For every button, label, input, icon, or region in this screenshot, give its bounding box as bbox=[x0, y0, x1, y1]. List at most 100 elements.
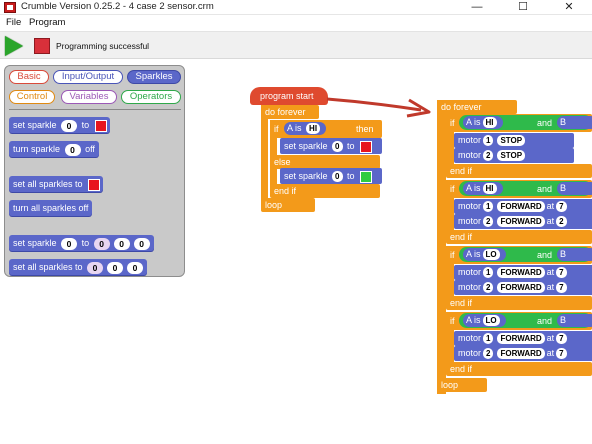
program-start-block[interactable]: program start bbox=[250, 87, 328, 105]
tab-basic[interactable]: Basic bbox=[9, 70, 49, 84]
tab-input-output[interactable]: Input/Output bbox=[53, 70, 123, 84]
motor-speed-slot[interactable]: 7 bbox=[556, 333, 567, 345]
motor-number-slot[interactable]: 1 bbox=[483, 333, 494, 345]
condition-b[interactable]: B bbox=[557, 248, 592, 261]
tab-variables[interactable]: Variables bbox=[61, 90, 117, 104]
motor-number-slot[interactable]: 2 bbox=[483, 348, 494, 360]
input-value-slot[interactable]: LO bbox=[482, 249, 500, 261]
motor-block[interactable]: motor 2 FORWARD at 7 bbox=[454, 280, 592, 295]
block-label: set sparkle bbox=[13, 238, 57, 248]
menu-file[interactable]: File bbox=[6, 17, 21, 28]
condition-a-is-hi[interactable]: A is HI bbox=[284, 122, 327, 135]
palette-block-set-sparkle[interactable]: set sparkle 0 to bbox=[9, 117, 110, 133]
tab-operators[interactable]: Operators bbox=[121, 90, 181, 104]
play-icon[interactable] bbox=[5, 36, 23, 56]
motor-number-slot[interactable]: 1 bbox=[483, 267, 494, 279]
motor-action-slot[interactable]: FORWARD bbox=[497, 348, 545, 360]
motor-block[interactable]: motor 1 FORWARD at 7 bbox=[454, 331, 592, 346]
red-value-slot[interactable]: 0 bbox=[93, 237, 110, 250]
block-label: set sparkle bbox=[13, 120, 57, 130]
motor-action-slot[interactable]: FORWARD bbox=[497, 267, 545, 279]
palette-block-set-sparkle-rgb[interactable]: set sparkle 0 to 000 bbox=[9, 235, 154, 251]
motor-action-slot[interactable]: STOP bbox=[497, 135, 526, 147]
sparkle-number-slot[interactable]: 0 bbox=[61, 119, 78, 132]
input-b-label: B bbox=[560, 117, 567, 127]
motor-block[interactable]: motor 1 STOP bbox=[454, 133, 574, 148]
tab-control[interactable]: Control bbox=[9, 90, 55, 104]
color-swatch-green[interactable] bbox=[360, 170, 373, 183]
motor-block[interactable]: motor 2 STOP bbox=[454, 148, 574, 163]
palette-block-set-all-sparkles[interactable]: set all sparkles to bbox=[9, 176, 104, 192]
condition-a[interactable]: A is HI bbox=[463, 182, 503, 195]
motor-action-slot[interactable]: FORWARD bbox=[497, 333, 545, 345]
red-value-slot[interactable]: 0 bbox=[87, 261, 104, 274]
motor-number-slot[interactable]: 2 bbox=[483, 150, 494, 162]
motor-number-slot[interactable]: 1 bbox=[483, 135, 494, 147]
set-sparkle-block[interactable]: set sparkle 0 to bbox=[280, 168, 382, 184]
motor-action-slot[interactable]: STOP bbox=[497, 150, 526, 162]
motor-speed-slot[interactable]: 2 bbox=[556, 216, 567, 228]
motor-keyword: motor bbox=[458, 216, 482, 226]
motor-block[interactable]: motor 1 FORWARD at 7 bbox=[454, 265, 592, 280]
motor-block[interactable]: motor 2 FORWARD at 2 bbox=[454, 214, 592, 229]
color-swatch-red[interactable] bbox=[88, 178, 101, 191]
minimize-button[interactable]: — bbox=[454, 0, 500, 15]
input-a-label: A bbox=[466, 183, 472, 193]
and-keyword: and bbox=[537, 184, 553, 194]
motor-speed-slot[interactable]: 7 bbox=[556, 201, 567, 213]
condition-b[interactable]: B bbox=[557, 182, 592, 195]
if-keyword: if bbox=[450, 184, 455, 194]
palette-block-turn-all-sparkles-off[interactable]: turn all sparkles off bbox=[9, 200, 93, 216]
motor-number-slot[interactable]: 2 bbox=[483, 216, 494, 228]
motor-speed-slot[interactable]: 7 bbox=[556, 267, 567, 279]
condition-b[interactable]: B bbox=[557, 314, 592, 327]
condition-b[interactable]: B bbox=[557, 116, 592, 129]
motor-block[interactable]: motor 1 FORWARD at 7 bbox=[454, 199, 592, 214]
input-value-slot[interactable]: HI bbox=[482, 117, 497, 129]
sparkle-number-slot[interactable]: 0 bbox=[64, 143, 81, 156]
maximize-button[interactable]: ☐ bbox=[500, 0, 546, 15]
motor-action-slot[interactable]: FORWARD bbox=[497, 201, 545, 213]
motor-action-slot[interactable]: FORWARD bbox=[497, 282, 545, 294]
motor-number-slot[interactable]: 2 bbox=[483, 282, 494, 294]
do-forever-block[interactable]: do forever bbox=[437, 100, 517, 114]
green-value-slot[interactable]: 0 bbox=[107, 261, 124, 274]
blue-value-slot[interactable]: 0 bbox=[127, 261, 144, 274]
tab-sparkles[interactable]: Sparkles bbox=[127, 70, 181, 84]
menu-program[interactable]: Program bbox=[29, 17, 65, 28]
do-forever-block[interactable]: do forever bbox=[261, 105, 319, 119]
color-swatch-red[interactable] bbox=[94, 119, 107, 132]
color-swatch-red[interactable] bbox=[360, 140, 373, 153]
condition-a[interactable]: A is LO bbox=[463, 314, 506, 327]
motor-speed-slot[interactable]: 7 bbox=[556, 282, 567, 294]
green-value-slot[interactable]: 0 bbox=[113, 237, 130, 250]
palette-divider bbox=[9, 109, 181, 110]
motor-number-slot[interactable]: 1 bbox=[483, 201, 494, 213]
palette-block-turn-sparkle-off[interactable]: turn sparkle 0 off bbox=[9, 141, 99, 157]
motor-speed-slot[interactable]: 7 bbox=[556, 348, 567, 360]
if-keyword: if bbox=[450, 118, 455, 128]
sparkle-number-slot[interactable]: 0 bbox=[332, 171, 343, 183]
motor-keyword: motor bbox=[458, 150, 482, 160]
flow-arrow bbox=[326, 97, 431, 118]
input-value-slot[interactable]: HI bbox=[482, 183, 497, 195]
block-label: set sparkle bbox=[284, 141, 328, 151]
palette-block-set-all-sparkles-rgb[interactable]: set all sparkles to 000 bbox=[9, 259, 148, 275]
input-a-label: A bbox=[466, 117, 472, 127]
input-value-slot[interactable]: HI bbox=[306, 123, 321, 135]
sparkle-number-slot[interactable]: 0 bbox=[61, 237, 78, 250]
motor-block[interactable]: motor 2 FORWARD at 7 bbox=[454, 346, 592, 361]
close-button[interactable]: ✕ bbox=[546, 0, 592, 15]
at-keyword: at bbox=[546, 348, 555, 358]
blue-value-slot[interactable]: 0 bbox=[133, 237, 150, 250]
stop-icon[interactable] bbox=[34, 38, 50, 54]
set-sparkle-block[interactable]: set sparkle 0 to bbox=[280, 138, 382, 154]
motor-action-slot[interactable]: FORWARD bbox=[497, 216, 545, 228]
input-value-slot[interactable]: LO bbox=[482, 315, 500, 327]
input-a-label: A bbox=[466, 315, 472, 325]
sparkle-number-slot[interactable]: 0 bbox=[332, 141, 343, 153]
end-if-block: end if bbox=[446, 164, 592, 178]
condition-a[interactable]: A is LO bbox=[463, 248, 506, 261]
end-if-block: end if bbox=[446, 296, 592, 310]
condition-a[interactable]: A is HI bbox=[463, 116, 503, 129]
